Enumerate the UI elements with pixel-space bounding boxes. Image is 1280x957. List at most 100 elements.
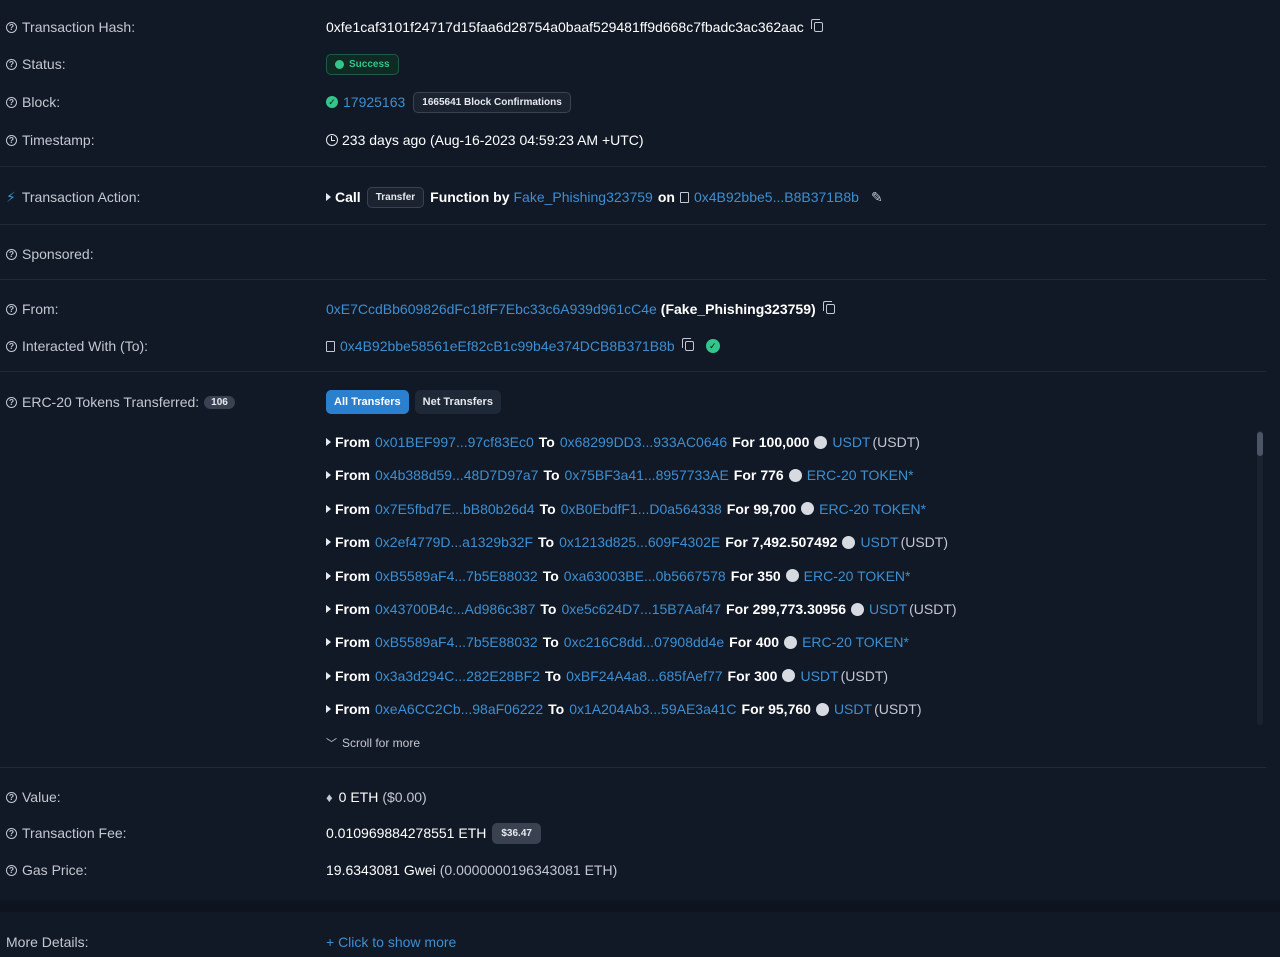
- caret-right-icon[interactable]: [326, 471, 331, 480]
- tx-action-row: ⚡ Transaction Action: Call Transfer Funct…: [0, 186, 1266, 208]
- function-by-text: Function by: [430, 189, 510, 205]
- transfer-from-link[interactable]: 0x3a3d294C...282E28BF2: [375, 668, 540, 684]
- verified-check-icon: ✓: [705, 339, 720, 353]
- divider: [0, 371, 1266, 372]
- for-word: For: [725, 534, 748, 551]
- erc20-row: ? ERC-20 Tokens Transferred: 106 All Trans…: [0, 390, 1266, 414]
- for-word: For: [732, 434, 755, 450]
- ethereum-icon: ♦: [326, 789, 333, 805]
- transfer-amount: 299,773.30956: [752, 601, 847, 617]
- gas-price-gwei: 19.6343081 Gwei: [326, 862, 436, 878]
- token-link[interactable]: ERC-20 TOKEN*: [802, 634, 909, 650]
- on-text: on: [657, 189, 675, 205]
- pencil-icon[interactable]: ✎: [871, 189, 883, 206]
- transfer-to-link[interactable]: 0x68299DD3...933AC0646: [560, 434, 727, 450]
- transfer-to-link[interactable]: 0x75BF3a41...8957733AE: [565, 467, 729, 483]
- value-label: Value:: [22, 789, 61, 805]
- transfer-to-link[interactable]: 0xc216C8dd...07908dd4e: [564, 634, 724, 650]
- help-icon[interactable]: ?: [6, 248, 17, 260]
- help-icon[interactable]: ?: [6, 96, 17, 108]
- token-link[interactable]: ERC-20 TOKEN*: [804, 568, 911, 584]
- to-word: To: [538, 434, 555, 450]
- token-link[interactable]: ERC-20 TOKEN*: [819, 501, 926, 517]
- transfer-from-link[interactable]: 0xB5589aF4...7b5E88032: [375, 568, 538, 584]
- caret-right-icon[interactable]: [326, 504, 331, 513]
- tx-fee-row: ? Transaction Fee: 0.010969884278551 ETH …: [0, 822, 1266, 844]
- from-word: From: [335, 434, 370, 450]
- caret-right-icon[interactable]: [326, 638, 331, 647]
- from-row: ? From: 0xE7CcdBb609826dFc18fF7Ebc33c6A93…: [0, 299, 1266, 319]
- token-icon: [801, 502, 815, 516]
- from-word: From: [335, 667, 370, 684]
- scrollbar-track[interactable]: [1257, 430, 1263, 725]
- timestamp-row: ? Timestamp: 233 days ago (Aug-16-2023 04…: [0, 130, 1266, 150]
- transfer-from-link[interactable]: 0x4b388d59...48D7D97a7: [375, 467, 538, 483]
- transfer-to-link[interactable]: 0xa63003BE...0b5667578: [564, 568, 726, 584]
- status-row: ? Status: Success: [0, 53, 1266, 75]
- caret-right-icon[interactable]: [326, 438, 331, 446]
- copy-icon[interactable]: [681, 338, 694, 351]
- help-icon[interactable]: ?: [6, 791, 17, 803]
- gas-price-eth: (0.0000000196343081 ETH): [439, 862, 618, 878]
- caret-right-icon[interactable]: [326, 193, 331, 201]
- token-icon: [785, 569, 799, 583]
- help-icon[interactable]: ?: [6, 21, 17, 33]
- transfer-from-link[interactable]: 0x2ef4779D...a1329b32F: [375, 534, 533, 550]
- contract-link[interactable]: 0x4B92bbe5...B8B371B8b: [694, 189, 859, 205]
- to-word: To: [543, 467, 560, 484]
- help-icon[interactable]: ?: [6, 134, 17, 146]
- transfer-amount: 7,492.507492: [751, 534, 838, 551]
- from-address-link[interactable]: 0xE7CcdBb609826dFc18fF7Ebc33c6A939d961cC…: [326, 301, 657, 317]
- for-word: For: [733, 467, 757, 484]
- copy-icon[interactable]: [810, 19, 823, 32]
- help-icon[interactable]: ?: [6, 303, 17, 315]
- caret-right-icon[interactable]: [326, 705, 331, 714]
- transfer-to-link[interactable]: 0xe5c624D7...15B7Aaf47: [561, 601, 721, 617]
- transfer-from-link[interactable]: 0x43700B4c...Ad986c387: [375, 601, 535, 617]
- transfer-to-link[interactable]: 0x1213d825...609F4302E: [559, 534, 720, 550]
- help-icon[interactable]: ?: [6, 340, 17, 352]
- interacted-address-link[interactable]: 0x4B92bbe58561eEf82cB1c99b4e374DCB8B371B…: [340, 338, 675, 354]
- copy-icon[interactable]: [822, 301, 835, 314]
- value-usd: ($0.00): [382, 789, 427, 805]
- transfer-from-link[interactable]: 0xeA6CC2Cb...98aF06222: [375, 701, 543, 717]
- for-word: For: [741, 701, 765, 718]
- section-separator: [0, 900, 1280, 912]
- token-link[interactable]: USDT: [832, 434, 870, 450]
- token-link[interactable]: ERC-20 TOKEN*: [807, 467, 914, 483]
- from-word: From: [335, 534, 370, 551]
- caret-right-icon[interactable]: [326, 671, 331, 680]
- token-link[interactable]: USDT: [800, 668, 838, 684]
- token-link[interactable]: USDT: [860, 534, 898, 550]
- help-icon[interactable]: ?: [6, 827, 17, 839]
- value-amount: 0 ETH: [338, 789, 379, 805]
- from-name: (Fake_Phishing323759): [660, 301, 816, 317]
- tx-hash-label: Transaction Hash:: [22, 19, 136, 35]
- tab-all-transfers[interactable]: All Transfers: [326, 390, 409, 414]
- help-icon[interactable]: ?: [6, 864, 17, 876]
- transfer-from-link[interactable]: 0x01BEF997...97cf83Ec0: [375, 434, 534, 450]
- caret-right-icon[interactable]: [326, 605, 331, 613]
- caret-right-icon[interactable]: [326, 571, 331, 580]
- token-link[interactable]: USDT: [834, 701, 872, 717]
- gas-price-label: Gas Price:: [22, 862, 88, 878]
- caller-link[interactable]: Fake_Phishing323759: [513, 189, 652, 205]
- divider: [0, 767, 1266, 768]
- tab-net-transfers[interactable]: Net Transfers: [414, 390, 501, 414]
- scrollbar-thumb[interactable]: [1257, 432, 1263, 456]
- caret-right-icon[interactable]: [326, 538, 331, 547]
- show-more-link[interactable]: + Click to show more: [326, 934, 456, 950]
- transfer-from-link[interactable]: 0x7E5fbd7E...bB80b26d4: [375, 501, 535, 517]
- transfer-to-link[interactable]: 0xB0EbdfF1...D0a564338: [561, 501, 722, 517]
- token-link[interactable]: USDT: [869, 601, 907, 617]
- transfer-to-link[interactable]: 0x1A204Ab3...59AE3a41C: [569, 701, 736, 717]
- transfer-from-link[interactable]: 0xB5589aF4...7b5E88032: [375, 634, 538, 650]
- tx-hash-row: ? Transaction Hash: 0xfe1caf3101f24717d15…: [0, 17, 1266, 37]
- help-icon[interactable]: ?: [6, 58, 17, 70]
- more-details-row: More Details: + Click to show more: [0, 932, 1266, 952]
- for-word: For: [726, 500, 750, 517]
- transfer-to-link[interactable]: 0xBF24A4a8...685fAef77: [566, 668, 722, 684]
- token-symbol: (USDT): [872, 434, 920, 450]
- block-number-link[interactable]: 17925163: [343, 94, 405, 110]
- help-icon[interactable]: ?: [6, 396, 17, 408]
